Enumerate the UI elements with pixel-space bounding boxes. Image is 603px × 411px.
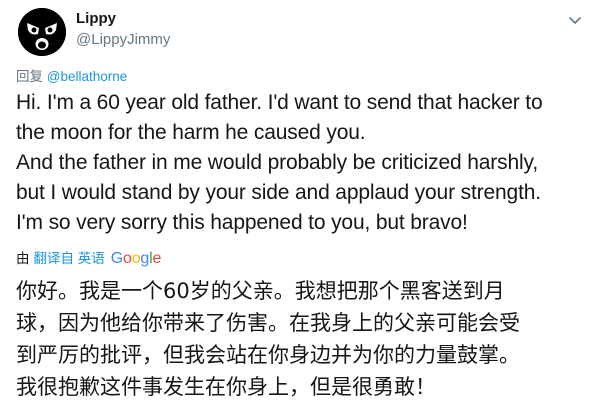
google-logo: Google	[110, 249, 162, 269]
google-letter: e	[152, 250, 162, 267]
reply-mention-link[interactable]: @bellathorne	[47, 69, 128, 84]
translated-from-link[interactable]: 翻译自 英语	[34, 249, 105, 269]
reply-context: 回复 @bellathorne	[16, 68, 587, 86]
google-letter: G	[110, 250, 124, 267]
translated-text: 你好。我是一个60岁的父亲。我想把那个黑客送到月 球，因为他给你带来了伤害。在我…	[16, 279, 520, 399]
angry-face-icon	[18, 8, 66, 56]
avatar[interactable]	[18, 8, 66, 56]
reply-prefix: 回复	[16, 69, 43, 84]
chevron-down-icon[interactable]	[567, 12, 583, 28]
user-names: Lippy @LippyJimmy	[76, 9, 170, 50]
tweet-text: Hi. I'm a 60 year old father. I'd want t…	[16, 91, 543, 234]
translation-attribution: 由翻译自 英语 Google	[16, 249, 587, 269]
google-letter: g	[140, 250, 150, 267]
google-letter: o	[123, 250, 132, 267]
tweet-header: Lippy @LippyJimmy	[16, 8, 587, 60]
display-name[interactable]: Lippy	[76, 9, 170, 29]
tweet: Lippy @LippyJimmy 回复 @bellathorne Hi. I'…	[0, 0, 603, 411]
user-handle[interactable]: @LippyJimmy	[76, 30, 170, 50]
translation-by: 由	[16, 251, 30, 266]
